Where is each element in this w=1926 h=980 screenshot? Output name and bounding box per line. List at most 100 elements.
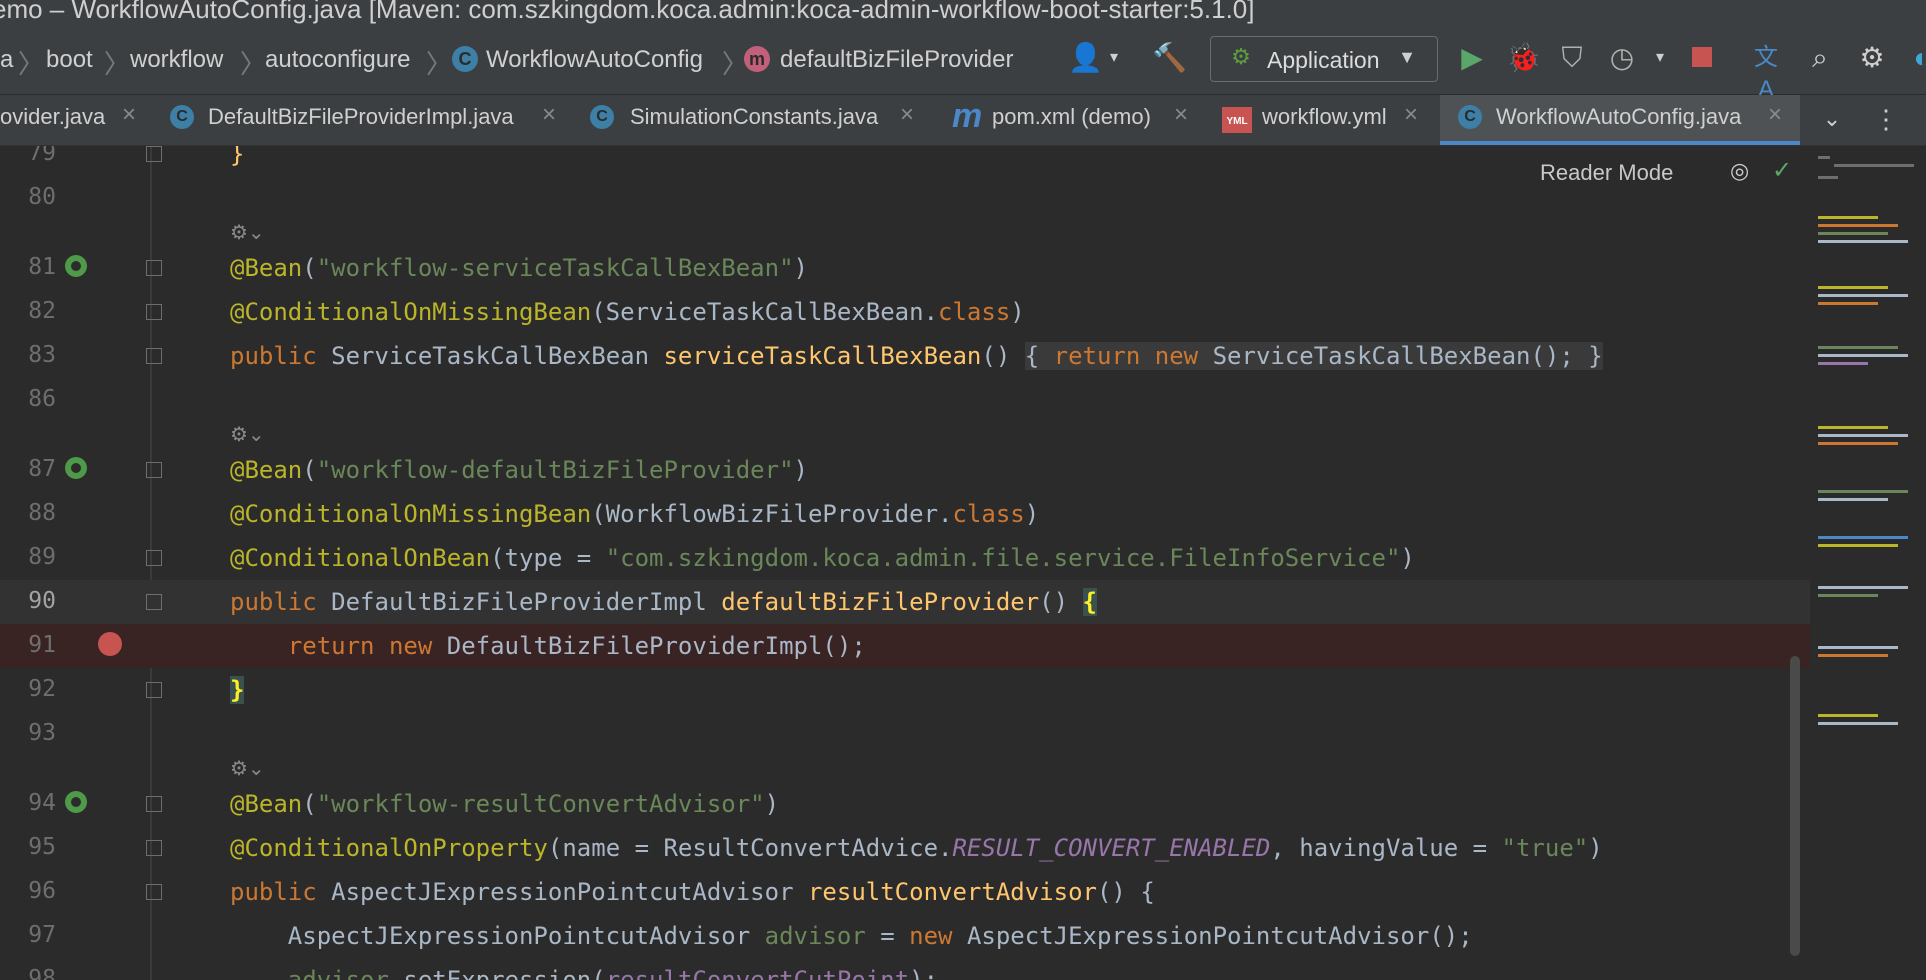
code-line[interactable]: 93 [0, 712, 1810, 756]
bean-config-hint-icon[interactable]: ⚙⌄ [230, 756, 265, 781]
close-icon[interactable]: × [1768, 101, 1782, 129]
code-text: AspectJExpressionPointcutAdvisor advisor… [230, 922, 1473, 950]
class-icon: C [1458, 105, 1482, 129]
code-text: public DefaultBizFileProviderImpl defaul… [230, 588, 1097, 616]
gear-icon[interactable]: ⚙ [1856, 42, 1888, 74]
code-line[interactable]: 87 @Bean("workflow-defaultBizFileProvide… [0, 448, 1810, 492]
chevron-down-icon[interactable]: ⌄ [1816, 103, 1848, 135]
run-configuration-label: Application [1267, 47, 1380, 73]
fold-icon[interactable] [146, 550, 162, 566]
code-line-current[interactable]: 90 public DefaultBizFileProviderImpl def… [0, 580, 1810, 624]
user-icon[interactable]: 👤 [1068, 42, 1103, 74]
code-text: @Bean("workflow-resultConvertAdvisor") [230, 790, 780, 818]
close-icon[interactable]: × [542, 101, 556, 129]
line-number: 94 [28, 790, 56, 816]
line-number: 96 [28, 878, 56, 904]
code-line[interactable]: 97 AspectJExpressionPointcutAdvisor advi… [0, 914, 1810, 958]
code-line[interactable]: 83 public ServiceTaskCallBexBean service… [0, 334, 1810, 378]
code-text: @ConditionalOnBean(type = "com.szkingdom… [230, 544, 1415, 572]
code-line[interactable]: 86 [0, 378, 1810, 422]
class-icon: C [170, 105, 194, 129]
run-icon[interactable]: ▶ [1456, 42, 1488, 74]
tab-default-biz-file-provider-impl[interactable]: C DefaultBizFileProviderImpl.java × [160, 95, 570, 145]
code-editor[interactable]: Reader Mode ◎ ✓ 79 } 80 ⚙⌄ 81 @Bean("wor… [0, 146, 1926, 980]
breadcrumb-item-a[interactable]: a [0, 46, 13, 74]
tab-workflow-auto-config[interactable]: C WorkflowAutoConfig.java × [1440, 95, 1800, 145]
spring-bean-icon[interactable] [62, 788, 90, 816]
line-number: 79 [28, 146, 56, 166]
code-text: return new DefaultBizFileProviderImpl(); [287, 632, 866, 660]
code-minimap[interactable] [1810, 146, 1926, 980]
fold-icon[interactable] [146, 682, 162, 698]
fold-icon[interactable] [146, 146, 162, 162]
code-line[interactable]: 92 } [0, 668, 1810, 712]
fold-icon[interactable] [146, 462, 162, 478]
fold-icon[interactable] [146, 304, 162, 320]
bean-config-hint-icon[interactable]: ⚙⌄ [230, 220, 265, 245]
vertical-scrollbar[interactable] [1790, 656, 1800, 956]
code-line[interactable]: 94 @Bean("workflow-resultConvertAdvisor"… [0, 782, 1810, 826]
breadcrumb-item-method[interactable]: defaultBizFileProvider [780, 46, 1013, 74]
plugin-icon[interactable]: ◐ [1906, 42, 1926, 74]
code-line[interactable]: 95 @ConditionalOnProperty(name = ResultC… [0, 826, 1810, 870]
code-line[interactable]: 81 @Bean("workflow-serviceTaskCallBexBea… [0, 246, 1810, 290]
line-number: 98 [28, 966, 56, 980]
window-title-bar: emo – WorkflowAutoConfig.java [Maven: co… [0, 0, 1926, 26]
spring-bean-icon[interactable] [62, 454, 90, 482]
profile-icon[interactable]: ◷ [1606, 42, 1638, 74]
chevron-down-icon[interactable]: ▾ [1098, 42, 1130, 74]
code-line-breakpoint[interactable]: 91 return new DefaultBizFileProviderImpl… [0, 624, 1810, 668]
code-line[interactable]: 98 advisor.setExpression(resultConvertCu… [0, 958, 1810, 980]
tab-simulation-constants[interactable]: C SimulationConstants.java × [580, 95, 920, 145]
code-line[interactable]: 82 @ConditionalOnMissingBean(ServiceTask… [0, 290, 1810, 334]
line-number: 88 [28, 500, 56, 526]
code-line[interactable]: 88 @ConditionalOnMissingBean(WorkflowBiz… [0, 492, 1810, 536]
breadcrumb-item-class[interactable]: WorkflowAutoConfig [486, 46, 703, 74]
breakpoint-icon[interactable] [98, 632, 122, 656]
fold-icon[interactable] [146, 840, 162, 856]
fold-icon[interactable] [146, 348, 162, 364]
breadcrumb-separator-icon: 〉 [104, 49, 131, 79]
close-icon[interactable]: × [122, 101, 136, 129]
code-text: } [230, 676, 245, 704]
breadcrumb-item-boot[interactable]: boot [46, 46, 93, 74]
search-icon[interactable]: ⌕ [1804, 42, 1836, 74]
code-text: @ConditionalOnMissingBean(ServiceTaskCal… [230, 298, 1025, 326]
line-number: 80 [28, 184, 56, 210]
line-number: 81 [28, 254, 56, 280]
translate-icon[interactable]: 文A [1750, 42, 1782, 103]
code-line[interactable]: 79 } [0, 146, 1810, 176]
fold-icon[interactable] [146, 796, 162, 812]
breadcrumb-item-autoconfigure[interactable]: autoconfigure [265, 46, 410, 74]
close-icon[interactable]: × [900, 101, 914, 129]
fold-icon[interactable] [146, 260, 162, 276]
tab-workflow-yml[interactable]: YML workflow.yml × [1220, 95, 1440, 145]
application-icon: ⚙ [1231, 44, 1251, 69]
code-line[interactable]: 89 @ConditionalOnBean(type = "com.szking… [0, 536, 1810, 580]
chevron-down-icon[interactable]: ▾ [1644, 42, 1676, 74]
class-icon: C [590, 105, 614, 129]
code-line[interactable]: 96 public AspectJExpressionPointcutAdvis… [0, 870, 1810, 914]
bean-config-hint-icon[interactable]: ⚙⌄ [230, 422, 265, 447]
code-line[interactable]: 80 [0, 176, 1810, 220]
tab-label: ovider.java [0, 104, 106, 129]
breadcrumb-item-workflow[interactable]: workflow [130, 46, 223, 74]
fold-icon[interactable] [146, 884, 162, 900]
run-configuration-dropdown[interactable]: ⚙ Application ▼ [1210, 36, 1438, 82]
tab-provider[interactable]: ovider.java × [0, 95, 150, 145]
fold-icon[interactable] [146, 594, 162, 610]
coverage-icon[interactable]: ⛉ [1556, 42, 1588, 74]
class-icon: C [452, 46, 478, 72]
line-number: 89 [28, 544, 56, 570]
tab-pom-xml[interactable]: m pom.xml (demo) × [944, 95, 1214, 145]
debug-icon[interactable]: 🐞 [1506, 42, 1541, 74]
close-icon[interactable]: × [1404, 101, 1418, 129]
code-text: public AspectJExpressionPointcutAdvisor … [230, 878, 1155, 906]
stop-icon[interactable] [1686, 42, 1718, 74]
spring-bean-icon[interactable] [62, 252, 90, 280]
build-hammer-icon[interactable]: 🔨 [1152, 42, 1187, 74]
close-icon[interactable]: × [1174, 101, 1188, 129]
code-text: @ConditionalOnMissingBean(WorkflowBizFil… [230, 500, 1040, 528]
chevron-down-icon: ▼ [1398, 47, 1416, 67]
more-icon[interactable]: ⋮ [1870, 103, 1902, 135]
